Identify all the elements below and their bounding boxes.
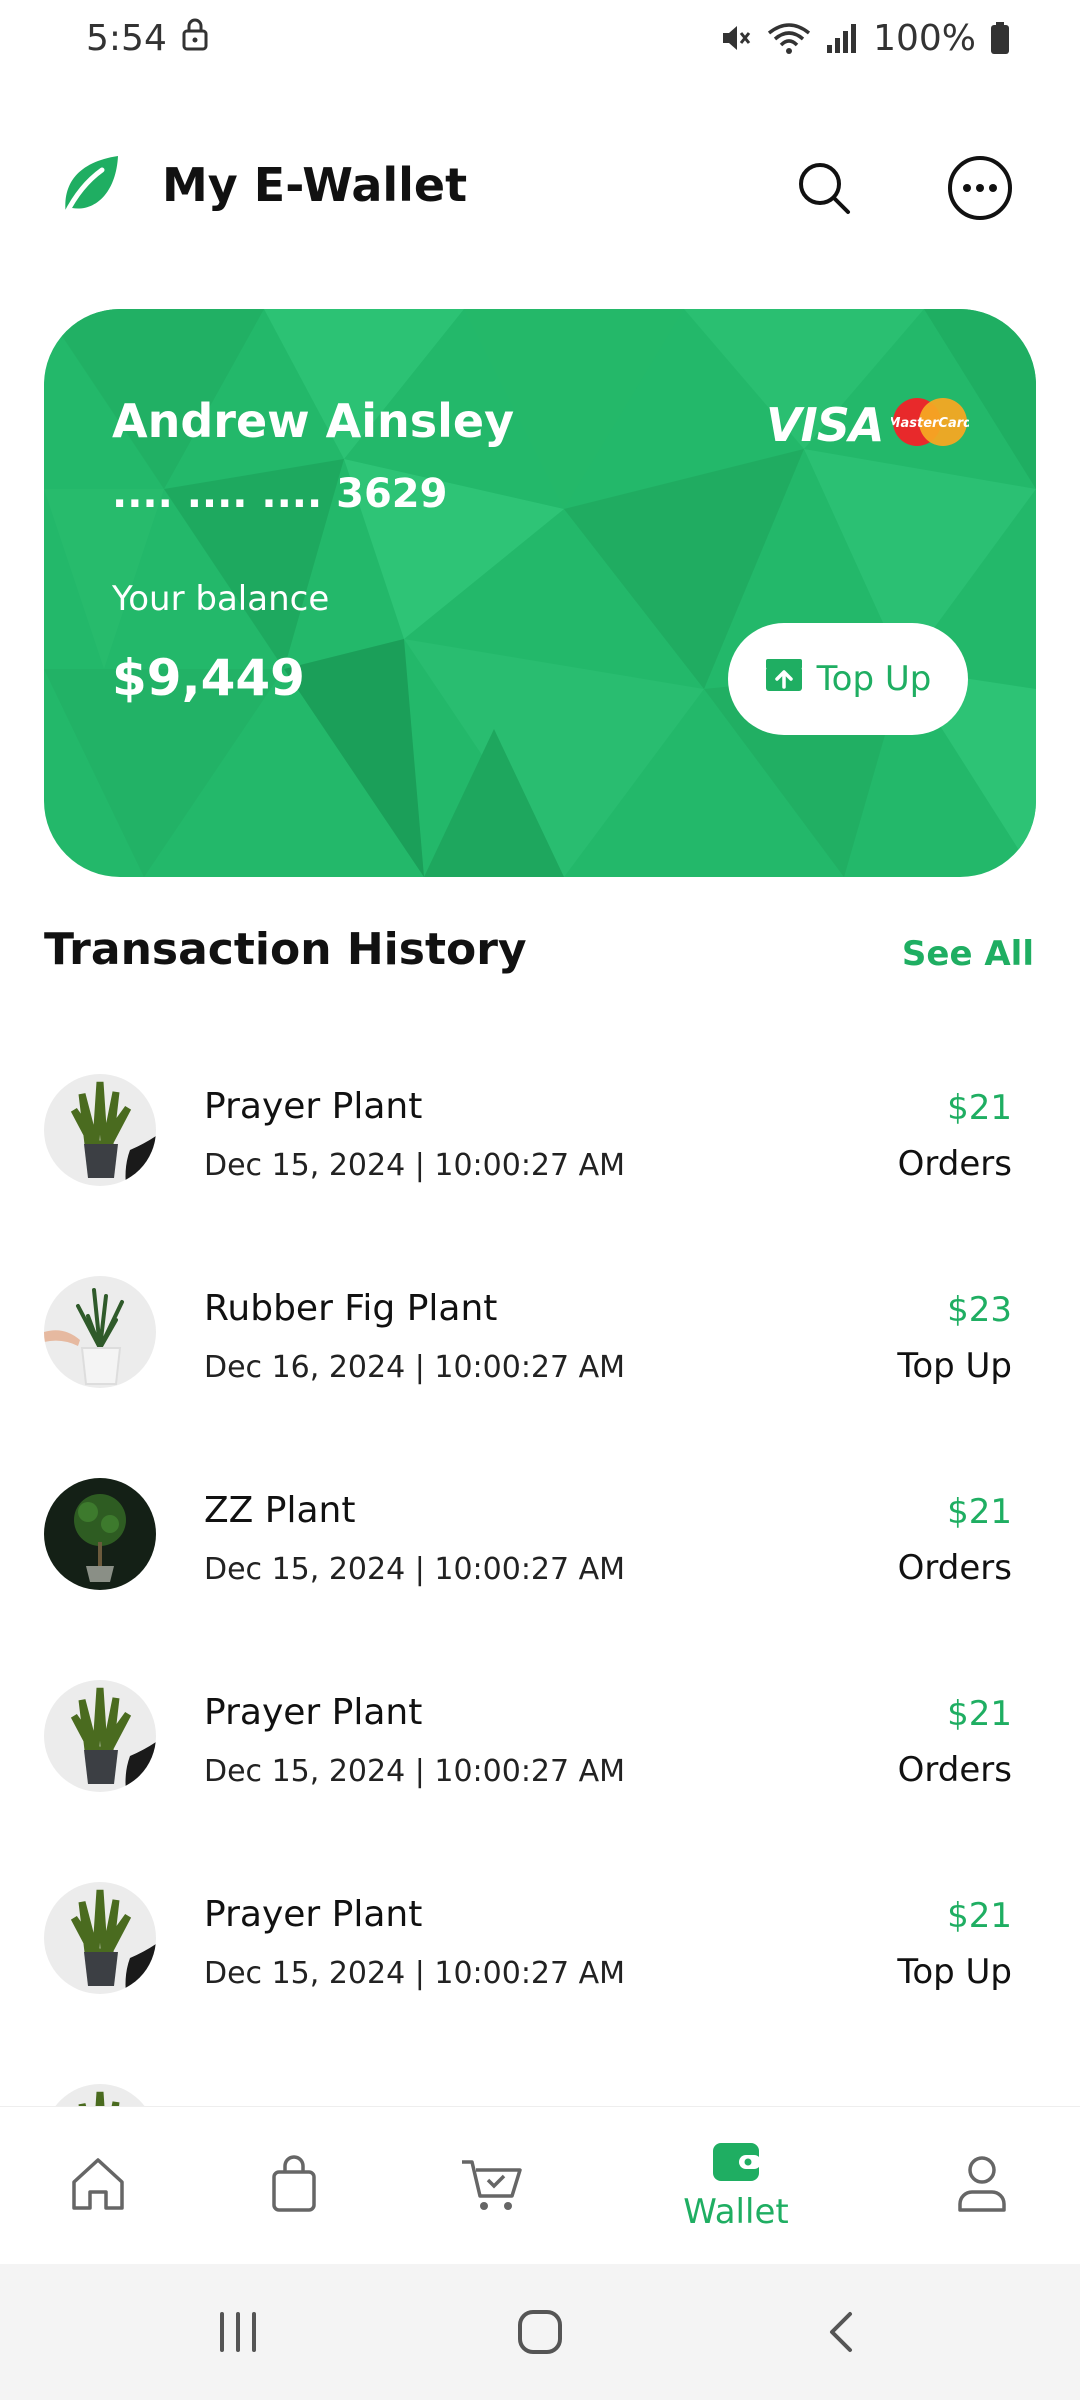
transaction-amount: $21 <box>947 1088 1012 1128</box>
cart-icon <box>460 2154 524 2219</box>
recents-icon[interactable] <box>208 2302 268 2362</box>
nav-wallet-label: Wallet <box>683 2191 789 2232</box>
zz-plant-thumbnail <box>44 1478 156 1590</box>
transaction-item[interactable]: Prayer Plant Dec 15, 2024 | 10:00:27 AM … <box>0 1636 1080 1796</box>
mute-icon <box>719 21 753 55</box>
transaction-amount: $21 <box>947 1492 1012 1532</box>
transaction-type: Orders <box>897 1750 1012 1790</box>
transaction-amount: $21 <box>947 1896 1012 1936</box>
lock-icon <box>181 17 209 60</box>
transaction-date: Dec 16, 2024 | 10:00:27 AM <box>204 1350 626 1385</box>
transaction-name: Rubber Fig Plant <box>204 1288 498 1329</box>
transaction-date: Dec 15, 2024 | 10:00:27 AM <box>204 1754 626 1789</box>
battery-text: 100% <box>873 17 976 59</box>
snake-plant-thumbnail <box>44 2084 156 2106</box>
transaction-name: ZZ Plant <box>204 1490 356 1531</box>
bag-icon <box>269 2154 319 2219</box>
rubber-fig-thumbnail <box>44 1276 156 1388</box>
card-masked-number: .... .... .... 3629 <box>112 471 448 517</box>
status-bar: 5:54 100% <box>0 0 1080 76</box>
mastercard-logo: MasterCard <box>888 397 974 452</box>
snake-plant-thumbnail <box>44 1680 156 1792</box>
top-up-button[interactable]: Top Up <box>728 623 968 735</box>
balance-label: Your balance <box>112 579 330 619</box>
nav-shop[interactable] <box>214 2107 374 2265</box>
transaction-item[interactable]: Prayer Plant Dec 15, 2024 | 10:00:27 AM … <box>0 1030 1080 1190</box>
transaction-amount: $23 <box>947 1290 1012 1330</box>
transaction-date: Dec 15, 2024 | 10:00:27 AM <box>204 1956 626 1991</box>
home-circle-icon[interactable] <box>510 2302 570 2362</box>
transaction-history-title: Transaction History <box>44 924 527 975</box>
app-header: My E-Wallet <box>0 140 1080 236</box>
visa-logo: VISA <box>766 397 884 452</box>
snake-plant-thumbnail <box>44 1882 156 1994</box>
more-icon[interactable] <box>942 150 1018 226</box>
back-icon[interactable] <box>812 2302 872 2362</box>
top-up-label: Top Up <box>816 659 932 699</box>
leaf-logo-icon <box>58 154 120 223</box>
transaction-name: Prayer Plant <box>204 1692 423 1733</box>
home-icon <box>68 2154 128 2219</box>
nav-wallet[interactable]: Wallet <box>656 2107 816 2265</box>
wifi-icon <box>767 21 811 55</box>
balance-value: $9,449 <box>112 649 305 707</box>
wallet-card: Andrew Ainsley .... .... .... 3629 Your … <box>44 309 1036 877</box>
top-up-icon <box>765 658 803 701</box>
mastercard-text: MasterCard <box>891 416 969 431</box>
transaction-item[interactable]: Rubber Fig Plant Dec 16, 2024 | 10:00:27… <box>0 1232 1080 1392</box>
transaction-item-partial[interactable] <box>0 2040 1080 2106</box>
transaction-list: Prayer Plant Dec 15, 2024 | 10:00:27 AM … <box>0 1030 1080 2106</box>
transaction-item[interactable]: ZZ Plant Dec 15, 2024 | 10:00:27 AM $21 … <box>0 1434 1080 1594</box>
snake-plant-thumbnail <box>44 1074 156 1186</box>
signal-icon <box>825 21 859 55</box>
transaction-type: Orders <box>897 1144 1012 1184</box>
nav-profile[interactable] <box>902 2107 1062 2265</box>
transaction-name: Prayer Plant <box>204 1894 423 1935</box>
transaction-amount: $21 <box>947 1694 1012 1734</box>
profile-icon <box>956 2154 1008 2219</box>
wallet-icon <box>711 2141 761 2188</box>
bottom-navigation: Wallet <box>0 2106 1080 2265</box>
transaction-date: Dec 15, 2024 | 10:00:27 AM <box>204 1552 626 1587</box>
nav-home[interactable] <box>18 2107 178 2265</box>
app-title: My E-Wallet <box>162 158 468 212</box>
transaction-type: Orders <box>897 1548 1012 1588</box>
card-holder-name: Andrew Ainsley <box>112 394 515 448</box>
system-navigation-bar <box>0 2264 1080 2400</box>
transaction-type: Top Up <box>897 1346 1012 1386</box>
card-brands: VISA MasterCard <box>766 397 974 452</box>
transaction-name: Prayer Plant <box>204 1086 423 1127</box>
battery-icon <box>990 21 1010 55</box>
transaction-date: Dec 15, 2024 | 10:00:27 AM <box>204 1148 626 1183</box>
transaction-type: Top Up <box>897 1952 1012 1992</box>
see-all-link[interactable]: See All <box>902 934 1034 974</box>
nav-orders[interactable] <box>412 2107 572 2265</box>
transaction-item[interactable]: Prayer Plant Dec 15, 2024 | 10:00:27 AM … <box>0 1838 1080 1998</box>
search-icon[interactable] <box>786 150 862 226</box>
status-time: 5:54 <box>86 17 167 59</box>
